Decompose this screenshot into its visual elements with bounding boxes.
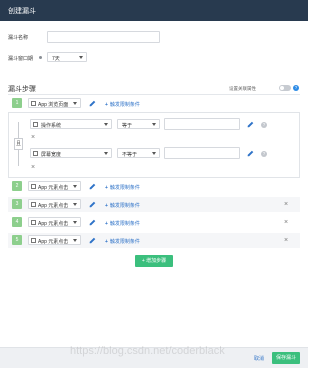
step-index-badge: 1 [12,98,22,108]
step-event-select[interactable]: App 元素点击 [28,199,81,209]
add-filter-label: 触发限制条件 [109,203,140,209]
chevron-down-icon [73,239,77,242]
add-filter-link[interactable]: + 触发限制条件 [105,184,140,191]
app-icon [31,202,36,207]
add-filter-label: 触发限制条件 [109,221,140,227]
help-icon[interactable]: ? [261,151,267,157]
add-filter-label: 触发限制条件 [109,102,140,108]
step-index-badge: 5 [12,235,22,245]
association-toggle-label: 设置关联属性 [229,86,256,91]
plus-icon: + [105,102,108,108]
step-index-badge: 3 [12,199,22,209]
remove-condition-icon[interactable]: × [31,164,35,171]
chevron-down-icon [73,221,77,224]
chevron-down-icon [73,102,77,105]
chevron-down-icon [152,123,156,126]
edit-icon[interactable] [89,201,96,208]
window-period-value: 7天 [52,56,60,62]
step-index-badge: 4 [12,217,22,227]
plus-icon: + [105,221,108,227]
toggle-knob [280,86,284,90]
watermark: https://blog.csdn.net/coderblack [70,345,225,357]
remove-step-icon[interactable]: × [284,237,288,244]
edit-icon[interactable] [89,100,96,107]
edit-icon[interactable] [247,150,254,157]
chevron-down-icon [152,152,156,155]
property-icon [33,151,38,156]
plus-icon: + [105,185,108,191]
app-icon [31,101,36,106]
step-event-value: App 元素点击 [38,185,69,191]
funnel-step-5: 5 App 元素点击 + 触发限制条件 × [8,233,300,248]
help-icon[interactable]: ? [261,122,267,128]
save-funnel-button[interactable]: 保存漏斗 [272,352,300,364]
bracket-line [18,150,19,166]
edit-icon[interactable] [89,237,96,244]
add-step-button[interactable]: + 增加步骤 [135,255,173,267]
step-event-select[interactable]: App 浏览页面 [28,98,81,108]
cancel-button[interactable]: 取消 [254,355,264,362]
add-step-label: 增加步骤 [146,258,167,264]
condition-property-value: 操作系统 [41,123,62,129]
window-period-label: 漏斗窗口期 [8,56,34,62]
condition-property-value: 屏幕宽度 [41,152,62,158]
info-dot-icon [39,56,42,59]
help-icon[interactable]: ? [293,85,299,91]
section-divider [8,94,300,95]
chevron-down-icon [73,203,77,206]
step-index-badge: 2 [12,181,22,191]
window-period-select[interactable]: 7天 [47,52,87,62]
logic-and-toggle[interactable]: 且 [14,138,23,150]
plus-icon: + [105,203,108,209]
funnel-step-4: 4 App 元素点击 + 触发限制条件 × [8,215,300,230]
app-icon [31,184,36,189]
condition-property-select[interactable]: 操作系统 [30,119,112,129]
condition-operator-value: 等于 [122,123,133,129]
add-filter-link[interactable]: + 触发限制条件 [105,101,140,108]
funnel-step-2: 2 App 元素点击 + 触发限制条件 [8,179,300,194]
bracket-line [18,122,19,138]
add-filter-link[interactable]: + 触发限制条件 [105,238,140,245]
condition-operator-select[interactable]: 等于 [117,119,160,129]
condition-value-input[interactable] [164,118,240,130]
add-filter-link[interactable]: + 触发限制条件 [105,202,140,209]
association-toggle[interactable] [279,85,291,91]
dialog-header: 创建漏斗 [0,0,308,21]
add-filter-label: 触发限制条件 [109,185,140,191]
step-event-value: App 元素点击 [38,239,69,245]
funnel-name-input[interactable] [47,31,160,43]
condition-value-input[interactable] [164,147,240,159]
steps-section-title: 漏斗步骤 [8,86,36,93]
edit-icon[interactable] [89,183,96,190]
chevron-down-icon [104,123,108,126]
add-filter-link[interactable]: + 触发限制条件 [105,220,140,227]
remove-step-icon[interactable]: × [284,201,288,208]
edit-icon[interactable] [89,219,96,226]
condition-operator-value: 不等于 [122,152,138,158]
step-event-select[interactable]: App 元素点击 [28,181,81,191]
chevron-down-icon [104,152,108,155]
funnel-step-1: 1 App 浏览页面 + 触发限制条件 [8,96,300,111]
step-event-value: App 元素点击 [38,203,69,209]
remove-condition-icon[interactable]: × [31,134,35,141]
remove-step-icon[interactable]: × [284,219,288,226]
app-icon [31,220,36,225]
edit-icon[interactable] [247,121,254,128]
condition-property-select[interactable]: 屏幕宽度 [30,148,112,158]
step-event-select[interactable]: App 元素点击 [28,217,81,227]
step-event-select[interactable]: App 元素点击 [28,235,81,245]
condition-operator-select[interactable]: 不等于 [117,148,160,158]
plus-icon: + [105,239,108,245]
funnel-step-3: 3 App 元素点击 + 触发限制条件 × [8,197,300,212]
property-icon [33,122,38,127]
dialog-title: 创建漏斗 [8,8,36,15]
add-filter-label: 触发限制条件 [109,239,140,245]
step-event-value: App 元素点击 [38,221,69,227]
step-event-value: App 浏览页面 [38,102,69,108]
chevron-down-icon [73,185,77,188]
app-icon [31,238,36,243]
funnel-name-label: 漏斗名称 [8,35,29,41]
chevron-down-icon [79,56,83,59]
